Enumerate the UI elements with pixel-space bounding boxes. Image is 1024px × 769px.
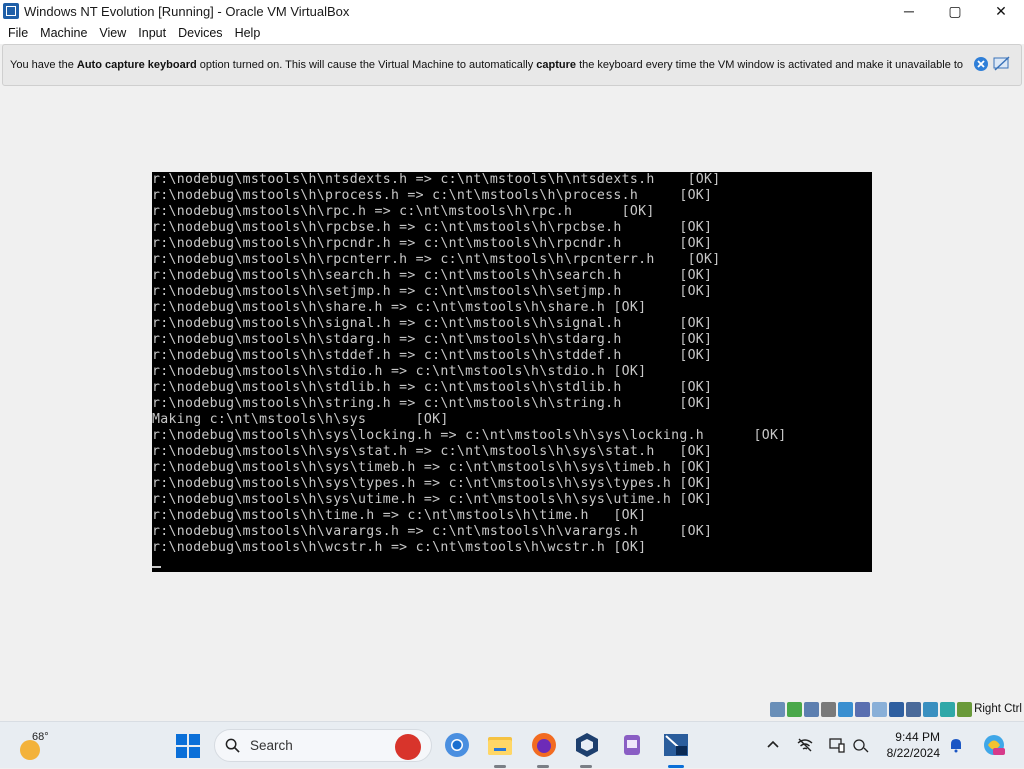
- menu-machine[interactable]: Machine: [34, 22, 93, 44]
- console-line: r:\nodebug\mstools\h\sys\locking.h => c:…: [152, 428, 787, 443]
- hard-disk-icon[interactable]: [770, 702, 785, 717]
- console-line: r:\nodebug\mstools\h\time.h => c:\nt\mst…: [152, 508, 647, 523]
- system-clock[interactable]: 9:44 PM 8/22/2024: [887, 729, 940, 761]
- console-line: r:\nodebug\mstools\h\rpcndr.h => c:\nt\m…: [152, 236, 713, 251]
- menu-file[interactable]: File: [2, 22, 34, 44]
- clock-date: 8/22/2024: [886, 746, 940, 760]
- console-line: r:\nodebug\mstools\h\sys\stat.h => c:\nt…: [152, 444, 713, 459]
- console-line: r:\nodebug\mstools\h\search.h => c:\nt\m…: [152, 268, 713, 283]
- notice-text: You have the Auto capture keyboard optio…: [10, 59, 964, 71]
- console-line: r:\nodebug\mstools\h\signal.h => c:\nt\m…: [152, 316, 713, 331]
- recording-icon[interactable]: [906, 702, 921, 717]
- network-disconnected-icon[interactable]: [796, 736, 814, 754]
- console-line: r:\nodebug\mstools\h\sys\types.h => c:\n…: [152, 476, 713, 491]
- console-line: r:\nodebug\mstools\h\ntsdexts.h => c:\nt…: [152, 172, 721, 187]
- console-line: r:\nodebug\mstools\h\rpc.h => c:\nt\msto…: [152, 204, 655, 219]
- floppy-icon[interactable]: [804, 702, 819, 717]
- chevron-up-icon[interactable]: [764, 736, 782, 754]
- console-line: r:\nodebug\mstools\h\share.h => c:\nt\ms…: [152, 300, 647, 315]
- console-line: r:\nodebug\mstools\h\stdarg.h => c:\nt\m…: [152, 332, 713, 347]
- copilot-icon[interactable]: [982, 733, 1006, 757]
- menu-devices[interactable]: Devices: [172, 22, 228, 44]
- system-tray: 9:44 PM 8/22/2024: [0, 722, 1024, 769]
- menu-help[interactable]: Help: [229, 22, 267, 44]
- notice-close-icon[interactable]: [972, 55, 990, 73]
- console-line: r:\nodebug\mstools\h\rpcnterr.h => c:\nt…: [152, 252, 721, 267]
- menu-view[interactable]: View: [93, 22, 132, 44]
- vm-console-screen[interactable]: r:\nodebug\mstools\h\ntsdexts.h => c:\nt…: [152, 172, 872, 572]
- keyboard-icon[interactable]: [957, 702, 972, 717]
- console-line: r:\nodebug\mstools\h\stdio.h => c:\nt\ms…: [152, 364, 647, 379]
- windows-taskbar: 68° Search 9:44 PM 8/22/2024: [0, 721, 1024, 768]
- cpu-icon[interactable]: [923, 702, 938, 717]
- menu-input[interactable]: Input: [132, 22, 172, 44]
- notice-dismiss-forever-icon[interactable]: [993, 55, 1011, 73]
- console-line: r:\nodebug\mstools\h\sys\utime.h => c:\n…: [152, 492, 713, 507]
- console-line: r:\nodebug\mstools\h\stdlib.h => c:\nt\m…: [152, 380, 713, 395]
- display-icon[interactable]: [889, 702, 904, 717]
- console-line: r:\nodebug\mstools\h\sys\timeb.h => c:\n…: [152, 460, 713, 475]
- virtualbox-window: Windows NT Evolution [Running] - Oracle …: [0, 0, 1024, 721]
- console-line: r:\nodebug\mstools\h\rpcbse.h => c:\nt\m…: [152, 220, 713, 235]
- vm-status-bar: Right Ctrl: [0, 699, 1024, 721]
- usb-icon[interactable]: [855, 702, 870, 717]
- auto-capture-notice: You have the Auto capture keyboard optio…: [2, 44, 1022, 86]
- close-button[interactable]: ✕: [978, 0, 1024, 22]
- optical-drive-icon[interactable]: [787, 702, 802, 717]
- console-line: r:\nodebug\mstools\h\setjmp.h => c:\nt\m…: [152, 284, 713, 299]
- clock-time: 9:44 PM: [895, 730, 940, 744]
- notification-bell-icon[interactable]: [947, 736, 965, 754]
- maximize-button[interactable]: ▢: [932, 0, 978, 22]
- audio-icon[interactable]: [821, 702, 836, 717]
- devices-icon[interactable]: [828, 736, 846, 754]
- console-line: r:\nodebug\mstools\h\string.h => c:\nt\m…: [152, 396, 713, 411]
- shared-folder-icon[interactable]: [872, 702, 887, 717]
- console-cursor: [152, 566, 161, 568]
- minimize-button[interactable]: ─: [886, 0, 932, 22]
- host-key-label: Right Ctrl: [974, 703, 1022, 715]
- accessibility-icon[interactable]: [852, 736, 870, 754]
- console-line: r:\nodebug\mstools\h\stddef.h => c:\nt\m…: [152, 348, 713, 363]
- title-bar[interactable]: Windows NT Evolution [Running] - Oracle …: [0, 0, 1024, 22]
- mouse-integration-icon[interactable]: [940, 702, 955, 717]
- menu-bar: File Machine View Input Devices Help: [0, 22, 1024, 44]
- console-line: r:\nodebug\mstools\h\wcstr.h => c:\nt\ms…: [152, 540, 647, 555]
- virtualbox-app-icon: [3, 3, 19, 19]
- console-line: r:\nodebug\mstools\h\varargs.h => c:\nt\…: [152, 524, 713, 539]
- window-title: Windows NT Evolution [Running] - Oracle …: [24, 3, 350, 19]
- console-line: Making c:\nt\mstools\h\sys [OK]: [152, 412, 449, 427]
- console-line: r:\nodebug\mstools\h\process.h => c:\nt\…: [152, 188, 713, 203]
- network-icon[interactable]: [838, 702, 853, 717]
